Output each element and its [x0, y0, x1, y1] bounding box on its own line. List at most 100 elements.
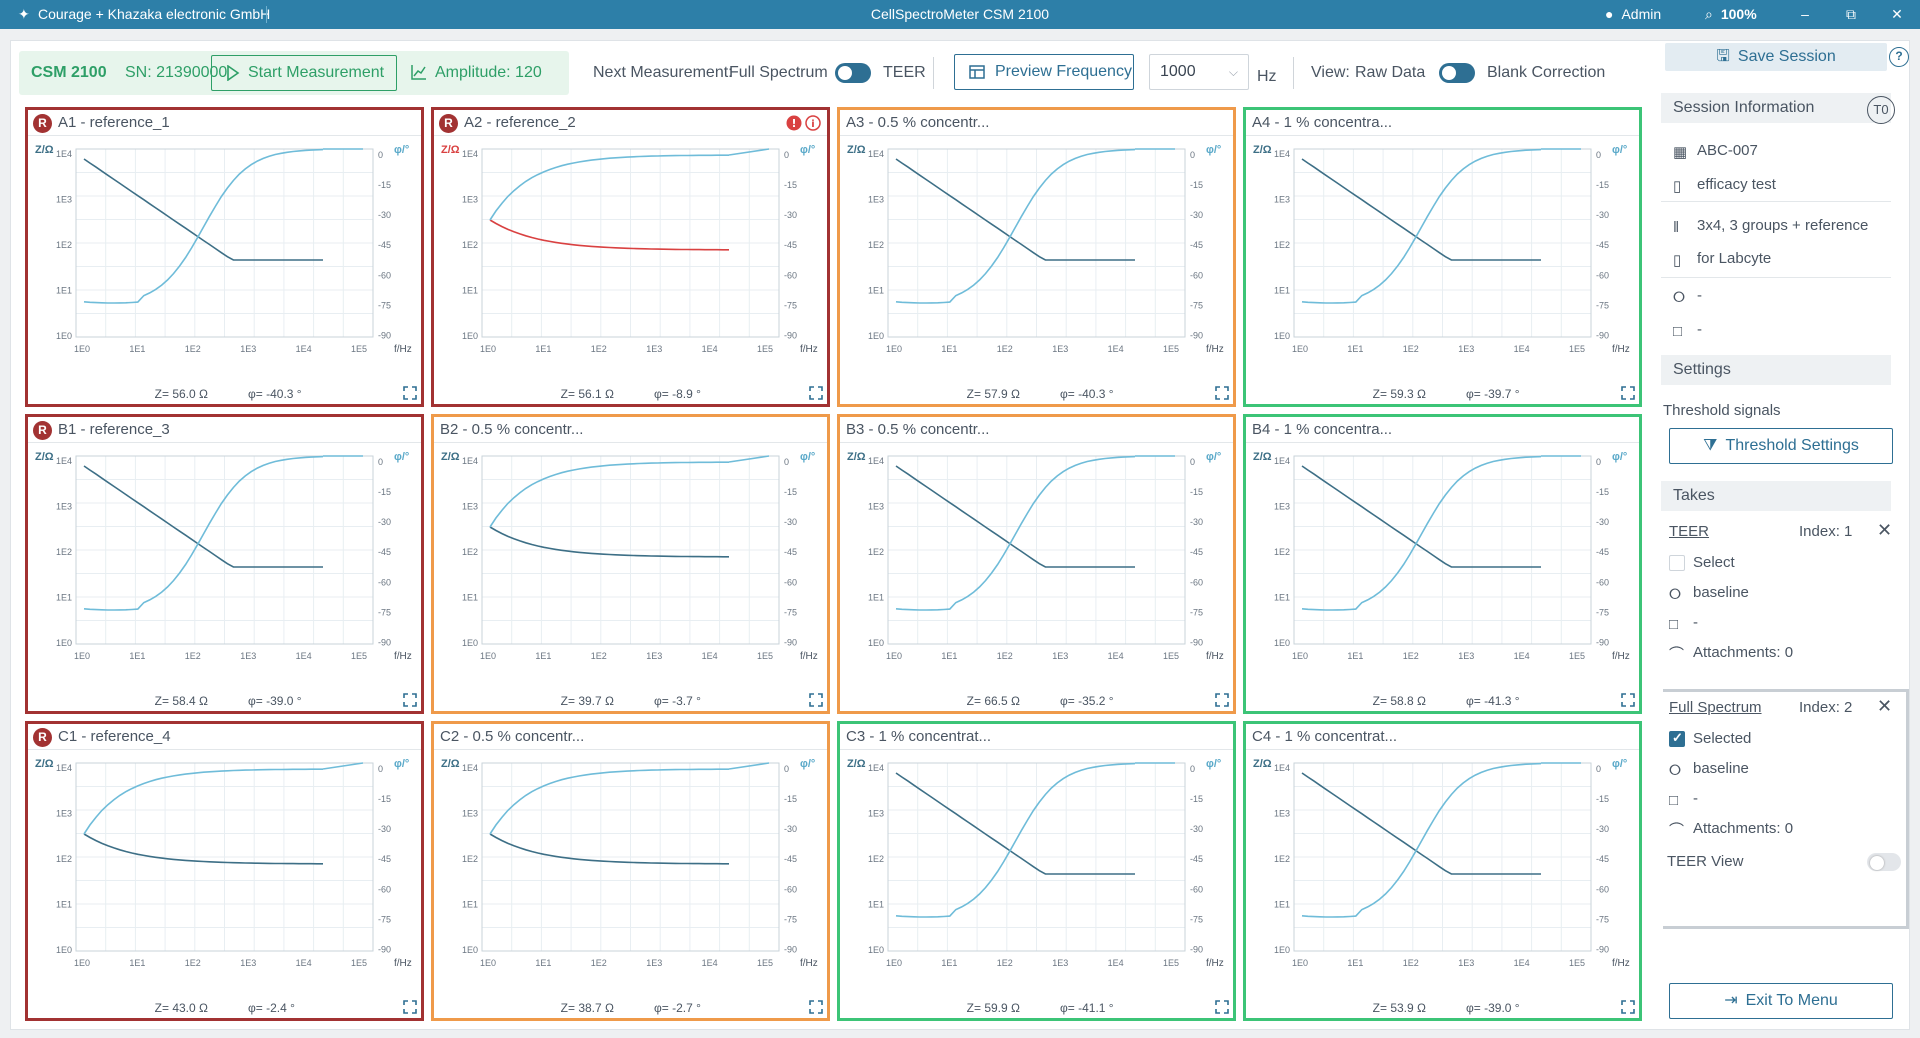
expand-icon[interactable] — [1621, 386, 1635, 403]
close-icon[interactable]: ✕ — [1877, 520, 1892, 541]
expand-icon[interactable] — [403, 1000, 417, 1017]
expand-icon[interactable] — [403, 386, 417, 403]
info-icon-glyph: i — [811, 119, 814, 130]
take-teer-link[interactable]: TEER — [1669, 523, 1709, 540]
timepoint-badge: T0 — [1867, 96, 1895, 124]
f-axis-label: f/Hz — [1206, 651, 1224, 662]
x-tick-label: 1E5 — [1569, 651, 1585, 661]
view-mode-toggle[interactable] — [1439, 63, 1475, 83]
phi-axis-label: φ/° — [1206, 758, 1221, 770]
help-icon[interactable]: ? — [1889, 47, 1909, 67]
document-icon: ▯ — [1673, 178, 1682, 195]
impedance-plot: Z/Ω φ/° f/Hz 1E4 1E3 1E2 1E1 1E0 0 -15 -30 -45 -60 -7… — [441, 144, 818, 355]
phi-tick-label: -90 — [378, 330, 391, 340]
x-tick-label: 1E0 — [1292, 344, 1308, 354]
y-tick-label: 1E2 — [868, 854, 884, 864]
well-cell[interactable]: A4 - 1 % concentra... Z/Ω φ/° f/Hz 1E4 1E3 1E2… — [1243, 107, 1642, 407]
take-full-spectrum-comment: □ - — [1669, 790, 1698, 809]
frequency-select[interactable]: 1000 ⌵ — [1149, 54, 1249, 90]
well-title: C4 - 1 % concentrat... — [1252, 728, 1398, 745]
phi-tick-label: 0 — [378, 150, 383, 160]
take-teer-checkbox[interactable] — [1669, 555, 1685, 571]
x-tick-label: 1E1 — [129, 958, 145, 968]
phi-tick-label: -90 — [784, 330, 797, 340]
impedance-plot: Z/Ω φ/° f/Hz 1E4 1E3 1E2 1E1 1E0 0 -15 -30 -45 -60 -7… — [1253, 758, 1630, 969]
take-full-spectrum-attachments[interactable]: ⌒ Attachments: 0 — [1669, 819, 1793, 839]
well-cell[interactable]: R A1 - reference_1 Z/Ω φ/° f/Hz 1E4 1E3 1E2 1E1 1… — [25, 107, 424, 407]
take-full-spectrum-link[interactable]: Full Spectrum — [1669, 699, 1762, 716]
x-tick-label: 1E3 — [1052, 344, 1068, 354]
teer-view-label: TEER View — [1667, 853, 1744, 870]
expand-icon[interactable] — [403, 693, 417, 710]
well-footer: Z= 56.1 Ω φ= -8.9 ° — [434, 384, 827, 404]
session-id: ▦ ABC-007 — [1673, 142, 1758, 161]
impedance-curve — [83, 158, 323, 261]
well-cell[interactable]: R B1 - reference_3 Z/Ω φ/° f/Hz 1E4 1E3 1E2 1E1 1… — [25, 414, 424, 714]
well-header: B3 - 0.5 % concentr... — [840, 417, 1233, 443]
x-tick-label: 1E4 — [1108, 958, 1124, 968]
close-window-icon[interactable]: ✕ — [1882, 0, 1912, 29]
user-menu[interactable]: ● Admin — [1605, 0, 1661, 29]
take-teer-index: Index: 1 — [1799, 523, 1853, 540]
well-title: B4 - 1 % concentra... — [1252, 421, 1393, 438]
threshold-settings-button[interactable]: ⧩ Threshold Settings — [1669, 428, 1893, 464]
phi-tick-label: -45 — [1596, 854, 1609, 864]
restore-window-icon[interactable]: ⧉ — [1836, 0, 1866, 29]
phi-axis-label: φ/° — [1206, 451, 1221, 463]
well-cell[interactable]: A3 - 0.5 % concentr... Z/Ω φ/° f/Hz 1E4 1E3 1E… — [837, 107, 1236, 407]
phase-value: φ= -40.3 ° — [248, 387, 302, 401]
phase-value: φ= -3.7 ° — [654, 694, 701, 708]
expand-icon[interactable] — [809, 693, 823, 710]
impedance-value: Z= 57.9 Ω — [966, 387, 1020, 401]
phi-tick-label: -45 — [378, 240, 391, 250]
zoom-search-icon: ⌕ — [1705, 6, 1713, 22]
x-tick-label: 1E5 — [1569, 958, 1585, 968]
minimize-window-icon[interactable]: – — [1790, 0, 1820, 29]
expand-icon[interactable] — [809, 386, 823, 403]
preview-frequency-button[interactable]: Preview Frequency — [954, 54, 1134, 90]
close-icon[interactable]: ✕ — [1877, 696, 1892, 717]
y-tick-label: 1E0 — [56, 945, 72, 955]
well-title: A1 - reference_1 — [58, 114, 170, 131]
take-full-spectrum-index: Index: 2 — [1799, 699, 1853, 716]
well-cell[interactable]: C3 - 1 % concentrat... Z/Ω φ/° f/Hz 1E4 1E3 1E… — [837, 721, 1236, 1021]
phi-tick-label: -75 — [1190, 300, 1203, 310]
y-tick-label: 1E1 — [1274, 286, 1290, 296]
expand-icon[interactable] — [1215, 693, 1229, 710]
x-tick-label: 1E2 — [185, 651, 201, 661]
y-tick-label: 1E0 — [462, 331, 478, 341]
take-full-spectrum-checkbox[interactable] — [1669, 730, 1685, 747]
expand-icon[interactable] — [1621, 1000, 1635, 1017]
well-cell[interactable]: R A2 - reference_2! i Z/Ω φ/° f/Hz 1E4 1E3 1E2 1E… — [431, 107, 830, 407]
measurement-mode-toggle[interactable] — [835, 63, 871, 83]
expand-icon[interactable] — [809, 1000, 823, 1017]
well-cell[interactable]: C4 - 1 % concentrat... Z/Ω φ/° f/Hz 1E4 1E3 1E… — [1243, 721, 1642, 1021]
reference-badge: R — [33, 728, 52, 747]
teer-view-toggle[interactable] — [1867, 853, 1901, 871]
x-tick-label: 1E1 — [1347, 958, 1363, 968]
y-tick-label: 1E4 — [462, 763, 478, 773]
y-tick-label: 1E3 — [1274, 195, 1290, 205]
well-title: C3 - 1 % concentrat... — [846, 728, 992, 745]
save-session-button[interactable]: 🖫 Save Session — [1665, 43, 1887, 71]
well-cell[interactable]: B3 - 0.5 % concentr... Z/Ω φ/° f/Hz 1E4 1E3 1E… — [837, 414, 1236, 714]
well-cell[interactable]: B2 - 0.5 % concentr... Z/Ω φ/° f/Hz 1E4 1E3 1E… — [431, 414, 830, 714]
well-cell[interactable]: C2 - 0.5 % concentr... Z/Ω φ/° f/Hz 1E4 1E3 1E… — [431, 721, 830, 1021]
impedance-curve — [83, 465, 323, 568]
expand-icon[interactable] — [1215, 1000, 1229, 1017]
well-cell[interactable]: B4 - 1 % concentra... Z/Ω φ/° f/Hz 1E4 1E3 1E2… — [1243, 414, 1642, 714]
phase-value: φ= -2.7 ° — [654, 1001, 701, 1015]
expand-icon[interactable] — [1621, 693, 1635, 710]
expand-icon[interactable] — [1215, 386, 1229, 403]
x-tick-label: 1E5 — [757, 344, 773, 354]
x-tick-label: 1E0 — [886, 344, 902, 354]
start-measurement-button[interactable]: Start Measurement — [211, 55, 397, 91]
exit-to-menu-button[interactable]: ⇥ Exit To Menu — [1669, 983, 1893, 1019]
y-tick-label: 1E4 — [868, 456, 884, 466]
y-tick-label: 1E2 — [1274, 854, 1290, 864]
take-teer-attachments[interactable]: ⌒ Attachments: 0 — [1669, 643, 1793, 663]
well-cell[interactable]: R C1 - reference_4 Z/Ω φ/° f/Hz 1E4 1E3 1E2 1E1 1… — [25, 721, 424, 1021]
toolbar-divider — [1293, 57, 1294, 89]
zoom-control[interactable]: ⌕ 100% — [1705, 0, 1757, 29]
x-tick-label: 1E3 — [646, 958, 662, 968]
